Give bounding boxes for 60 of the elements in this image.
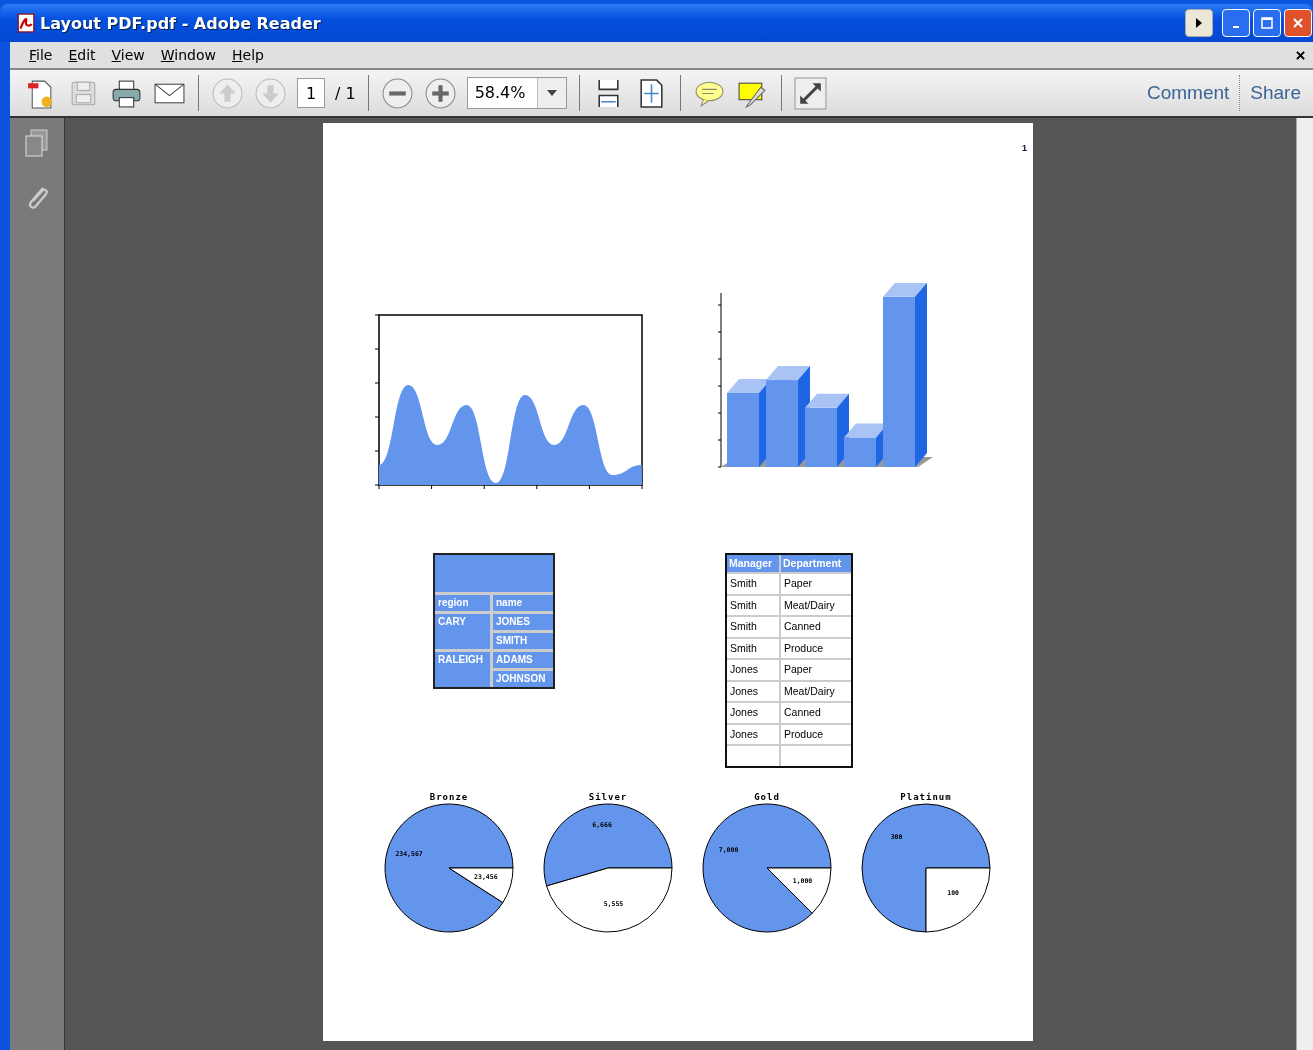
table-cell: Produce [781,638,851,658]
column-header: region [435,595,490,611]
expand-arrows-icon[interactable] [793,76,827,110]
table-cell: Jones [727,724,779,744]
menu-item[interactable]: File [29,47,53,63]
pdf-document-icon [16,13,36,33]
menu-item[interactable]: View [111,47,145,63]
chart-title: Silver [588,792,628,802]
window-title: Layout PDF.pdf - Adobe Reader [40,13,322,33]
close-icon [1292,17,1304,29]
chart-title: Gold [754,792,780,802]
comment-link[interactable]: Comment [1146,82,1230,104]
column-header: Department [781,555,851,572]
table-cell: Canned [781,703,851,723]
caret-icon [546,90,557,96]
empty-cell [781,746,851,766]
table-cell: Smith [727,638,779,658]
table-cell: Paper [781,660,851,680]
table-cell: Jones [727,660,779,680]
scrollbar[interactable] [1296,118,1313,1050]
minimize-button[interactable] [1222,9,1250,37]
table-cell: Meat/Dairy [781,681,851,701]
page-total: / 1 [335,83,356,103]
table-cell: Produce [781,724,851,744]
table-cell: Meat/Dairy [781,595,851,615]
table-cell: Smith [727,617,779,637]
menu-item[interactable]: Window [160,47,217,63]
close-icon [1296,50,1305,60]
table-cell: Jones [727,703,779,723]
maximize-button[interactable] [1253,9,1281,37]
maximize-icon [1261,17,1273,29]
table-cell: ADAMS [493,652,553,668]
close-button[interactable] [1284,9,1312,37]
table-cell: Canned [781,617,851,637]
table-cell: Paper [781,574,851,594]
minimize-icon [1233,26,1239,28]
play-icon [1194,18,1204,28]
close-menu-button[interactable] [1296,50,1305,60]
zoom-dropdown[interactable]: 58.4% [466,77,567,109]
table-cell: Jones [727,681,779,701]
page-number-field[interactable]: 1 [297,78,325,108]
table-cell: Smith [727,595,779,615]
table-cell: RALEIGH [435,652,490,687]
share-link[interactable]: Share [1250,82,1301,104]
table-cell: JOHNSON [493,671,553,687]
empty-cell [727,746,779,766]
play-button[interactable] [1185,9,1213,37]
column-header: name [493,595,553,611]
chart-title: Platinum [900,792,952,802]
chart-title: Bronze [429,792,469,802]
zoom-in-icon[interactable] [423,76,457,110]
menu-item[interactable]: Help [232,47,264,63]
column-header: Manager [727,555,779,572]
table-cell: CARY [435,614,490,649]
table-cell: SMITH [493,633,553,649]
menu-item[interactable]: Edit [68,47,96,63]
zoom-out-icon[interactable] [380,76,414,110]
table-cell: JONES [493,614,553,630]
page-number: 1 [1022,143,1027,155]
table-cell: Smith [727,574,779,594]
